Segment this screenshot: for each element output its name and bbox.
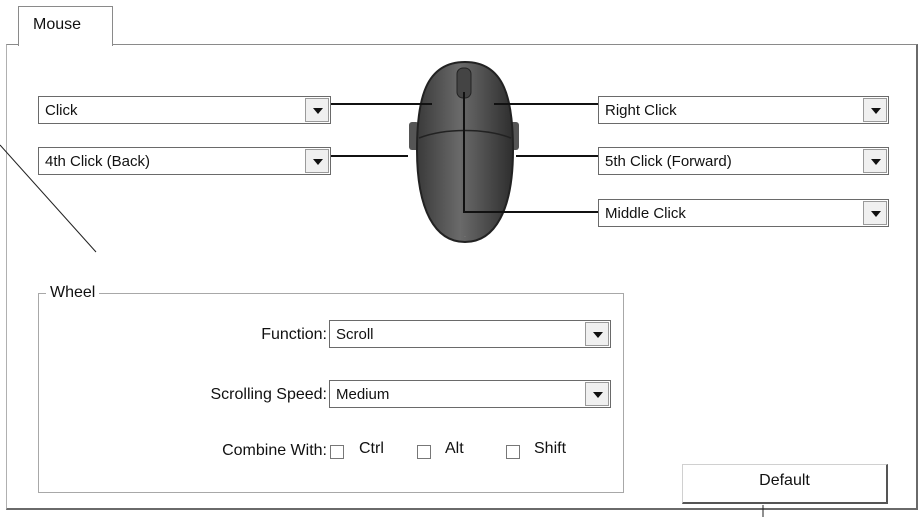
tab-mouse-label: Mouse (33, 16, 82, 33)
tab-mouse[interactable]: Mouse (18, 6, 113, 46)
annotation-lines (0, 144, 764, 517)
